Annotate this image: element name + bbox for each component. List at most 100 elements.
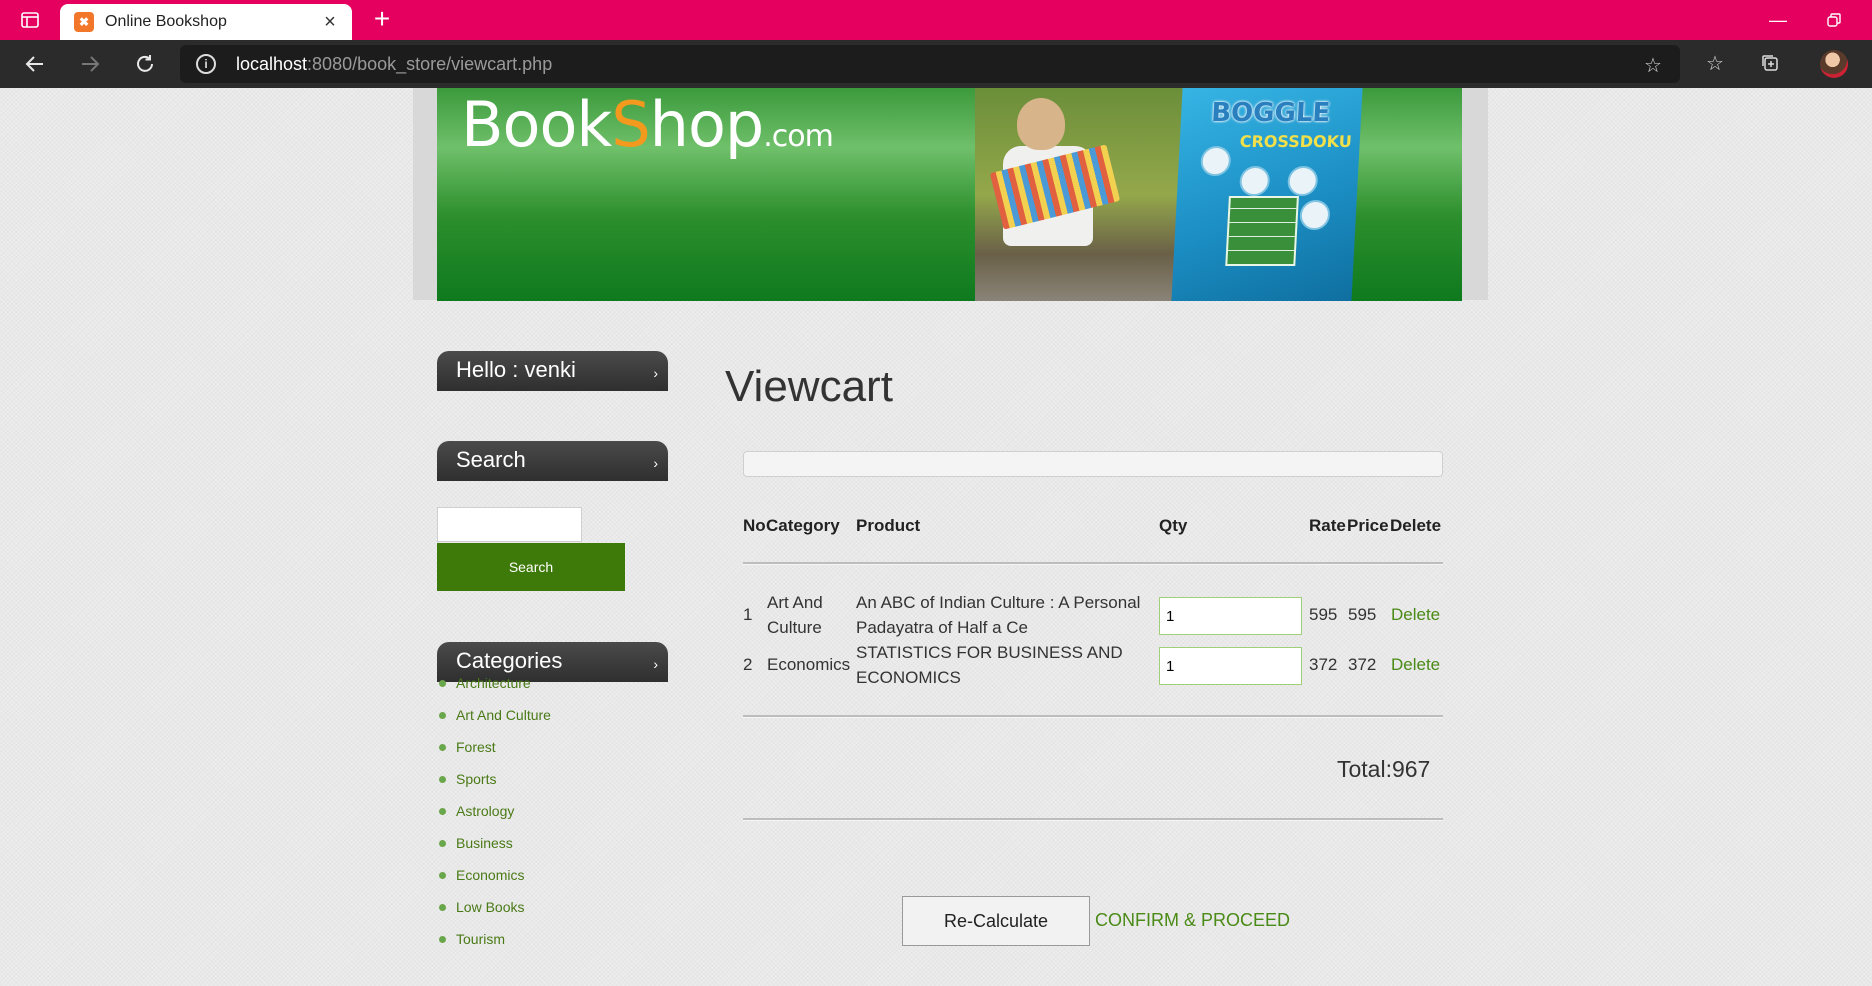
site-info-icon[interactable]: i [196,54,216,74]
confirm-proceed-link[interactable]: CONFIRM & PROCEED [1095,910,1290,931]
category-link[interactable]: Tourism [437,931,551,963]
category-link[interactable]: Art And Culture [437,707,551,739]
new-tab-icon[interactable]: + [368,5,396,34]
tab-title: Online Bookshop [105,13,227,30]
back-arrow-icon[interactable] [19,48,51,80]
page-title: Viewcart [725,362,893,411]
restore-icon[interactable] [1818,4,1850,36]
xampp-icon: ✖ [74,12,94,32]
bullet-icon [439,904,446,911]
row-price: 595 [1348,605,1377,624]
delete-link[interactable]: Delete [1391,605,1440,625]
close-tab-icon[interactable]: × [318,10,342,34]
search-heading: Search [456,447,526,472]
url-text[interactable]: localhost:8080/book_store/viewcart.php [236,54,552,75]
logo-text-hop: hop [649,88,765,161]
dice-icon [1299,200,1331,230]
browser-tab[interactable]: ✖ Online Bookshop × [60,4,352,40]
row-category-cont: Culture [767,618,822,637]
boggle-book-image: BOGGLE CROSSDOKU [1171,88,1363,301]
category-link[interactable]: Forest [437,739,551,771]
search-input[interactable] [437,507,582,542]
profile-avatar[interactable] [1820,50,1848,78]
category-label: Art And Culture [456,707,551,723]
chevron-right-icon: › [653,656,658,672]
header-product: Product [856,516,921,535]
delete-link[interactable]: Delete [1391,655,1440,675]
chevron-right-icon: › [653,365,658,381]
address-bar[interactable]: i localhost:8080/book_store/viewcart.php… [180,45,1680,83]
row-rate: 372 [1309,655,1338,674]
header-price: Price [1347,516,1389,535]
add-favorite-icon[interactable]: ☆ [1640,52,1666,78]
category-label: Low Books [456,899,525,915]
url-host: localhost [236,54,308,74]
header-qty: Qty [1159,516,1188,535]
bullet-icon [439,712,446,719]
dice-icon [1238,166,1271,196]
search-panel-header: Search › [437,441,668,481]
category-link[interactable]: Astrology [437,803,551,835]
cart-top-bar [743,451,1443,477]
site-logo[interactable]: BookShop.com [461,88,834,161]
tab-actions-icon[interactable] [18,8,42,32]
category-link[interactable]: Sports [437,771,551,803]
logo-text-s: S [611,88,650,161]
category-label: Forest [456,739,496,755]
category-label: Tourism [456,931,506,947]
qty-input[interactable] [1159,597,1302,635]
browser-tab-bar: ✖ Online Bookshop × + — [0,0,1872,40]
header-no: No [743,516,766,535]
row-product-cont: ECONOMICS [856,668,961,687]
row-category: Economics [767,655,851,674]
browser-toolbar: i localhost:8080/book_store/viewcart.php… [0,40,1872,88]
bullet-icon [439,776,446,783]
category-link[interactable]: Low Books [437,899,551,931]
category-link[interactable]: Architecture [437,675,551,707]
row-no: 1 [743,605,753,624]
book-cover-title: BOGGLE [1210,98,1331,128]
chevron-right-icon: › [653,455,658,471]
row-rate: 595 [1309,605,1338,624]
category-label: Astrology [456,803,515,819]
greeting-panel-header: Hello : venki › [437,351,668,391]
crossword-grid [1225,196,1299,266]
url-path: :8080/book_store/viewcart.php [307,54,553,74]
collections-icon[interactable] [1757,50,1783,76]
row-product-cont: Padayatra of Half a Ce [856,618,1028,637]
qty-input[interactable] [1159,647,1302,685]
category-link[interactable]: Business [437,835,551,867]
search-button[interactable]: Search [437,543,625,591]
category-label: Business [456,835,513,851]
row-product: STATISTICS FOR BUSINESS AND [856,643,1123,662]
bullet-icon [439,744,446,751]
dice-icon [1199,146,1232,176]
bullet-icon [439,936,446,943]
category-label: Architecture [456,675,531,691]
header-category: Category [766,516,840,535]
book-cover-subtitle: CROSSDOKU [1239,132,1353,151]
child-head [1017,98,1065,150]
favorites-icon[interactable]: ☆ [1702,50,1728,76]
categories-heading: Categories [456,648,563,673]
row-product: An ABC of Indian Culture : A Personal [856,593,1141,612]
category-label: Sports [456,771,497,787]
header-banner: BookShop.com BOGGLE CROSSDOKU [437,88,1462,301]
header-rate: Rate [1309,516,1346,535]
minimize-icon[interactable]: — [1762,4,1794,36]
bullet-icon [439,840,446,847]
bullet-icon [439,808,446,815]
logo-text-com: .com [763,119,834,154]
greeting-text: Hello : venki [456,357,576,382]
category-list: Architecture Art And Culture Forest Spor… [437,675,551,963]
table-divider [743,562,1443,565]
refresh-icon[interactable] [129,48,161,80]
forward-arrow-icon[interactable] [74,48,106,80]
cart-total: Total:967 [1337,756,1431,782]
category-link[interactable]: Economics [437,867,551,899]
table-divider [743,715,1443,718]
category-label: Economics [456,867,525,883]
table-divider [743,818,1443,821]
header-delete: Delete [1390,516,1442,535]
recalculate-button[interactable]: Re-Calculate [902,896,1090,946]
